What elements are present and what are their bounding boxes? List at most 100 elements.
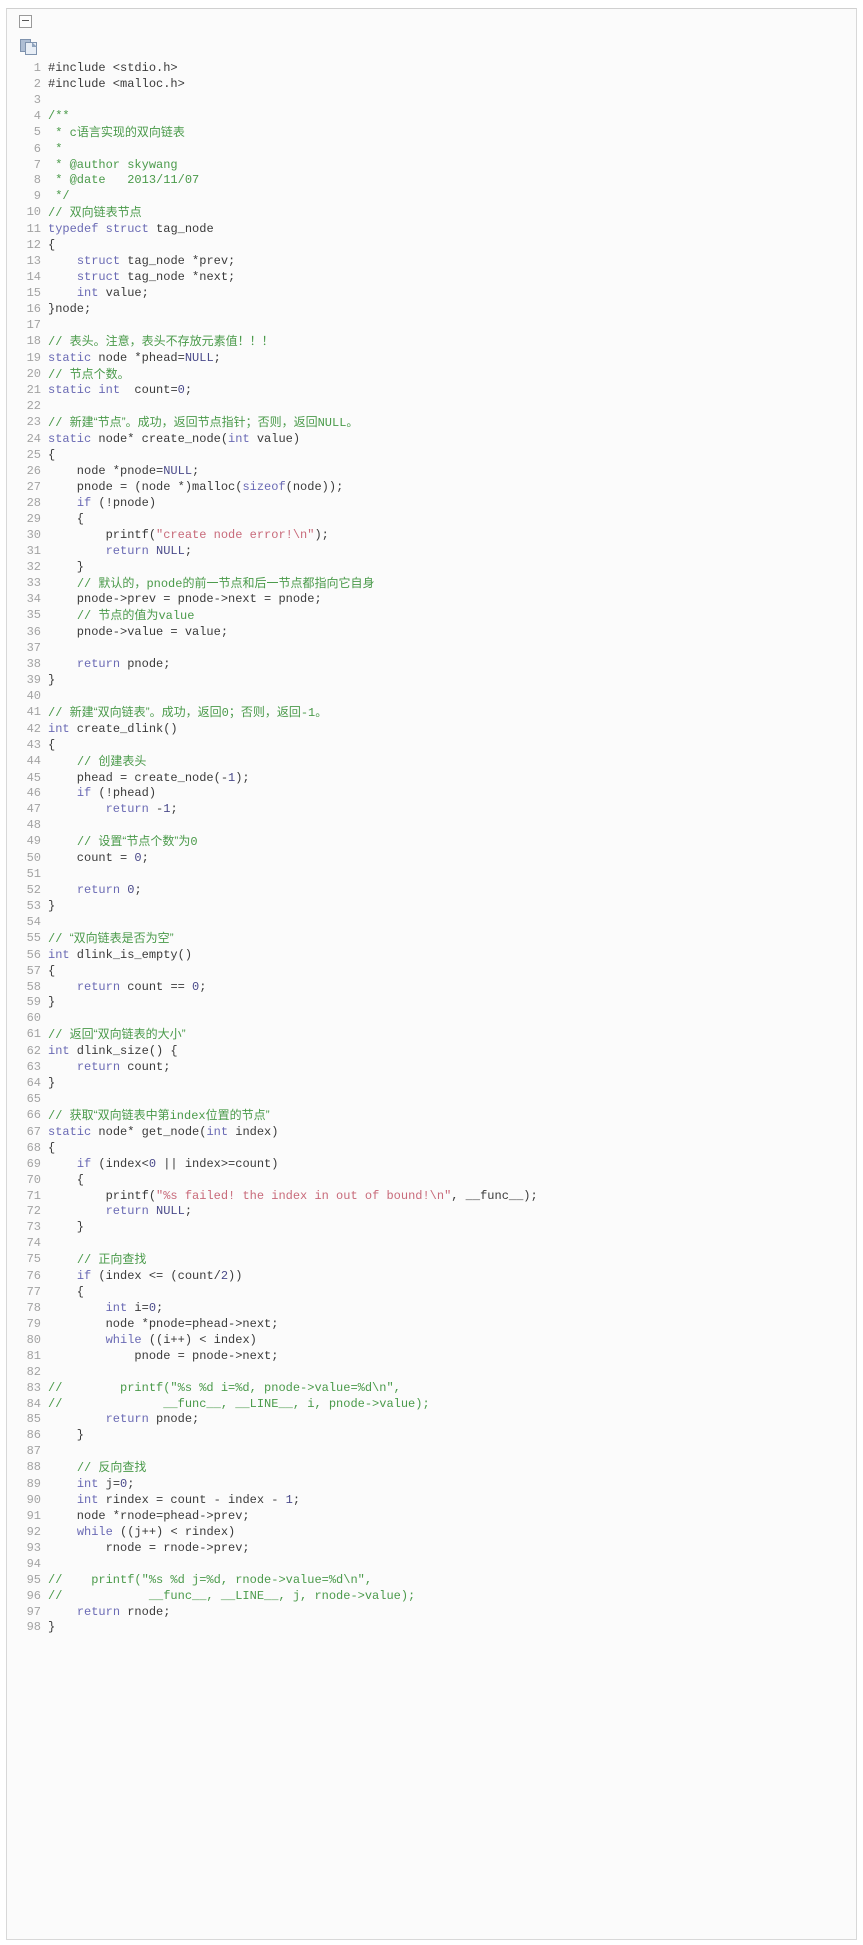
line-number: 82 [26,1364,41,1379]
code-line: 10 // 双向链表节点 [7,205,856,222]
code-token-cmn: 获取“双向链表中第 [69,1107,170,1122]
code-token-pl: { [48,737,56,752]
code-token-pl: ); [314,527,329,542]
code-line: 59} [7,995,856,1011]
line-content: pnode->prev = pnode->next = pnode; [48,592,856,608]
code-token-kw: return [76,1060,121,1075]
line-content: node *pnode=phead->next; [48,1317,856,1333]
line-number: 27 [26,479,41,494]
line-content: { [48,738,856,754]
code-token-pl: ((j++) < rindex) [112,1524,236,1539]
line-content: return -1; [48,802,856,818]
code-token-cm: 0 [221,705,229,720]
code-line: 96 // __func__, __LINE__, j, rnode->value… [7,1589,856,1605]
code-token-pl: } [48,673,56,688]
code-token-pl: } [48,898,56,913]
code-line: 6 * [7,142,856,158]
code-token-cm: /** [48,108,70,123]
line-number: 83 [26,1380,41,1395]
code-line: 29 { [7,512,856,528]
line-content: } [48,1220,856,1236]
code-token-cm: // [76,576,99,591]
code-line: 93 rnode = rnode->prev; [7,1541,856,1557]
code-token-cm: // [76,835,99,850]
line-number: 8 [33,173,41,188]
code-line: 65 [7,1092,856,1108]
line-number: 54 [26,914,41,929]
line-content: count = 0; [48,851,856,867]
code-token-pl: value; [98,285,149,300]
code-token-pl: node *pnode= [48,464,164,479]
code-line: 38 return pnode; [7,657,856,673]
code-line: 87 [7,1444,856,1460]
code-token-kw: int [76,1493,99,1508]
line-content: // __func__, __LINE__, j, rnode->value); [48,1589,856,1605]
line-content: // 新建“节点”。成功，返回节点指针；否则，返回NULL。 [48,415,856,432]
line-number: 48 [26,818,41,833]
code-token-cm: // [76,609,99,624]
copy-icon-front-sheet [25,42,37,55]
code-line: 31 return NULL; [7,544,856,560]
line-number: 35 [26,608,41,623]
code-token-kw: if [76,1269,92,1284]
line-content: node *rnode=phead->prev; [48,1509,856,1525]
line-content: // 返回“双向链表的大小” [48,1027,856,1044]
code-token-pl: pnode = (node *)malloc( [48,479,243,494]
line-number: 32 [26,559,41,574]
code-line: 90 int rindex = count - index - 1; [7,1493,856,1509]
line-number: 97 [26,1604,41,1619]
code-line: 83 // printf("%s %d i=%d, pnode->value=%d… [7,1381,856,1397]
line-content [48,689,856,705]
line-number: 90 [26,1493,41,1508]
code-token-str: "create node error!\n" [156,527,315,542]
line-number: 3 [33,92,41,107]
line-content: } [48,1620,856,1636]
collapse-toggle-icon[interactable] [19,15,32,28]
line-number: 46 [26,786,41,801]
code-token-cmn: 节点的值为 [98,608,159,623]
code-token-pl: i= [127,1300,149,1315]
line-content: } [48,1076,856,1092]
code-token-pl: { [48,963,56,978]
code-token-kw: int [76,285,99,300]
code-token-kw: return [105,543,149,558]
line-number: 12 [26,238,41,253]
code-token-kw: if [76,786,92,801]
code-token-kw: typedef [48,222,99,237]
code-token-cm: // [48,416,70,431]
code-token-cm: pnode [146,576,183,591]
code-token-pl: tag_node *next; [120,269,236,284]
line-number: 44 [26,753,41,768]
line-content [48,867,856,883]
code-lines-container[interactable]: 1 #include <stdio.h> 2 #include <malloc.h> 3… [7,61,856,1647]
code-token-kw: int [48,721,70,736]
line-number: 14 [26,269,41,284]
copy-icon[interactable] [20,39,38,56]
line-content: * @date 2013/11/07 [48,173,856,189]
code-token-kw: while [76,1524,113,1539]
line-content: int j=0; [48,1477,856,1493]
code-token-cmn: 新建“节点”。成功，返回节点指针；否则，返回 [69,415,318,430]
line-number: 65 [26,1092,41,1106]
code-line: 70 { [7,1173,856,1189]
line-number: 61 [26,1027,41,1042]
line-content [48,818,856,834]
code-line: 68 { [7,1141,856,1157]
line-content: * c语言实现的双向链表 [48,125,856,142]
code-token-pl: rnode = rnode->prev; [48,1540,250,1555]
line-number: 42 [26,721,41,736]
code-token-pl: rindex = count - index - [98,1493,286,1508]
line-number: 87 [26,1444,41,1459]
code-token-pl: ; [134,883,142,898]
line-content: // 表头。注意，表头不存放元素值！！！ [48,334,856,351]
code-line: 26 node *pnode=NULL; [7,464,856,480]
line-number: 47 [26,802,41,817]
code-token-str: "%s failed! the index in out of bound!\n… [156,1188,452,1203]
